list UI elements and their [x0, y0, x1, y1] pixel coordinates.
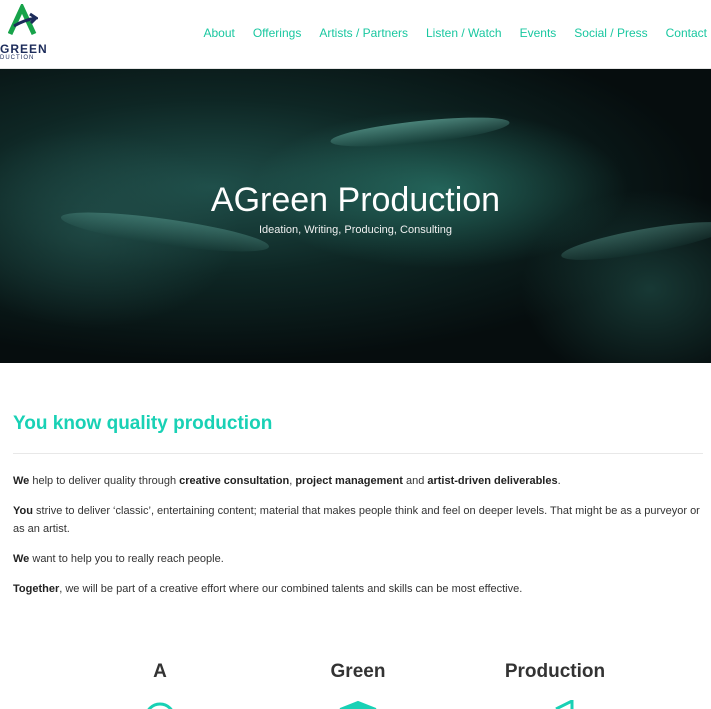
para-lead: You [13, 505, 33, 517]
para-text: , we will be part of a creative effort w… [59, 583, 523, 595]
intro-paragraph-1: We help to deliver quality through creat… [13, 472, 705, 490]
column-title-production: Production [504, 661, 606, 682]
logo-wordmark: GREEN [0, 42, 48, 56]
circle-icon [147, 702, 173, 709]
site-logo[interactable]: GREEN DUCTION [0, 4, 47, 62]
para-strong: project management [295, 475, 403, 487]
para-strong: artist-driven deliverables [427, 475, 558, 487]
hero-banner: AGreen Production Ideation, Writing, Pro… [0, 69, 711, 363]
hero-subtitle: Ideation, Writing, Producing, Consulting [258, 224, 452, 236]
main-nav: About Offerings Artists / Partners Liste… [185, 25, 707, 41]
para-lead: We [13, 475, 30, 487]
megaphone-icon [555, 700, 574, 709]
para-text: want to help you to really reach people. [29, 553, 224, 565]
intro-paragraph-3: We want to help you to really reach peop… [13, 550, 705, 568]
nav-listen-watch[interactable]: Listen / Watch [426, 25, 502, 41]
para-text: and [402, 475, 428, 487]
section-divider [13, 453, 703, 454]
hero-title: AGreen Production [210, 181, 501, 219]
para-text: strive to deliver ‘classic’, entertainin… [13, 505, 700, 535]
para-text: help to deliver quality through [29, 475, 180, 487]
nav-artists-partners[interactable]: Artists / Partners [319, 25, 408, 41]
column-title-green: Green [330, 661, 386, 682]
intro-paragraph-2: You strive to deliver ‘classic’, enterta… [13, 502, 705, 538]
logo-arrow-icon [8, 4, 38, 36]
nav-offerings[interactable]: Offerings [253, 25, 301, 41]
intro-paragraph-4: Together, we will be part of a creative … [13, 580, 705, 598]
site-header: GREEN DUCTION About Offerings Artists / … [0, 0, 711, 69]
section-heading: You know quality production [13, 413, 273, 434]
para-lead: Together [13, 583, 60, 595]
nav-events[interactable]: Events [520, 25, 557, 41]
nav-social-press[interactable]: Social / Press [574, 25, 647, 41]
para-strong: creative consultation [179, 475, 290, 487]
logo-tagline: DUCTION [0, 55, 35, 61]
graduation-cap-icon [339, 700, 377, 709]
nav-about[interactable]: About [203, 25, 234, 41]
para-lead: We [13, 553, 30, 565]
column-title-a: A [153, 661, 167, 682]
nav-contact[interactable]: Contact [666, 25, 707, 41]
para-text: . [557, 475, 561, 487]
